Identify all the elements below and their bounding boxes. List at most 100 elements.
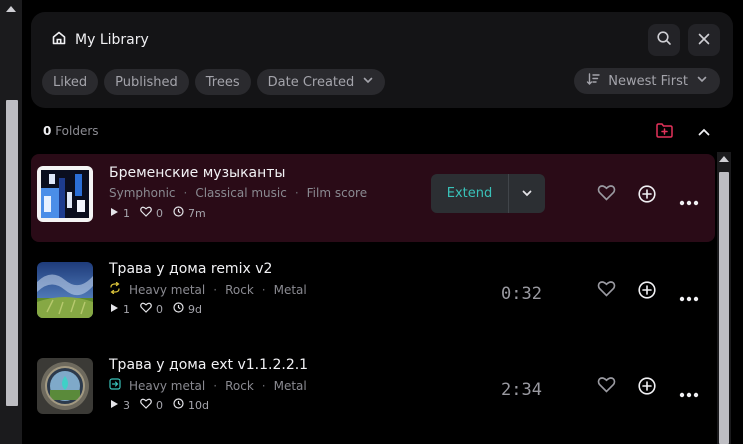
add-folder-button[interactable] xyxy=(656,123,673,142)
chevron-up-icon xyxy=(697,124,711,143)
heart-icon xyxy=(597,281,616,301)
song-age: 10d xyxy=(188,398,209,412)
more-options-button[interactable] xyxy=(679,191,699,210)
clock-icon xyxy=(173,398,184,412)
date-created-label: Date Created xyxy=(267,74,355,90)
library-title-text: My Library xyxy=(75,32,149,48)
chevron-down-icon xyxy=(696,73,708,89)
song-stats: 3 0 10d xyxy=(109,398,215,412)
chevron-down-icon xyxy=(521,184,533,203)
close-button[interactable] xyxy=(688,24,720,56)
separator-dot: · xyxy=(183,186,188,200)
scrollbar-thumb[interactable] xyxy=(6,100,18,406)
tag[interactable]: Metal xyxy=(274,283,307,297)
extend-button[interactable]: Extend xyxy=(431,174,508,213)
tag[interactable]: Symphonic xyxy=(109,186,176,200)
song-tags: Heavy metal · Rock · Metal xyxy=(109,281,307,297)
more-options-button[interactable] xyxy=(679,383,699,402)
add-to-playlist-button[interactable] xyxy=(638,185,656,207)
remix-icon xyxy=(109,281,121,297)
song-tags: Heavy metal · Rock · Metal xyxy=(109,378,307,393)
chevron-down-icon xyxy=(362,74,374,90)
play-count: 1 xyxy=(123,302,130,316)
like-count: 0 xyxy=(156,398,163,412)
like-button[interactable] xyxy=(597,376,616,397)
tag[interactable]: Heavy metal xyxy=(129,379,205,393)
sort-label: Newest First xyxy=(608,73,688,89)
heart-icon xyxy=(140,302,152,316)
more-icon xyxy=(679,191,699,210)
search-button[interactable] xyxy=(648,24,680,56)
play-count-icon xyxy=(109,207,119,220)
plus-circle-icon xyxy=(638,377,656,399)
folders-count: 0 xyxy=(43,124,52,138)
scrollbar-thumb[interactable] xyxy=(719,172,729,444)
more-icon xyxy=(679,383,699,402)
sort-dropdown[interactable]: Newest First xyxy=(574,68,720,94)
song-stats: 1 0 9d xyxy=(109,302,208,316)
scroll-up-arrow[interactable] xyxy=(6,6,16,12)
like-button[interactable] xyxy=(597,184,616,205)
extend-options-button[interactable] xyxy=(509,174,545,213)
play-count-icon xyxy=(109,303,119,316)
list-scrollbar[interactable] xyxy=(717,152,731,444)
tag[interactable]: Film score xyxy=(307,186,367,200)
filter-published[interactable]: Published xyxy=(104,69,189,95)
like-count: 0 xyxy=(156,206,163,220)
tag[interactable]: Classical music xyxy=(195,186,286,200)
heart-icon xyxy=(597,185,616,205)
tag[interactable]: Heavy metal xyxy=(129,283,205,297)
tag[interactable]: Metal xyxy=(274,379,307,393)
song-cover[interactable] xyxy=(37,262,93,318)
close-icon xyxy=(697,31,711,50)
search-icon xyxy=(656,30,672,50)
home-icon xyxy=(51,30,67,50)
song-title[interactable]: Бременские музыканты xyxy=(109,165,286,181)
date-created-dropdown[interactable]: Date Created xyxy=(256,69,386,95)
scroll-up-arrow[interactable] xyxy=(719,156,729,162)
song-row[interactable]: Бременские музыканты Symphonic · Classic… xyxy=(31,154,715,242)
heart-icon xyxy=(597,377,616,397)
more-options-button[interactable] xyxy=(679,287,699,306)
song-title[interactable]: Трава у дома remix v2 xyxy=(109,261,272,277)
more-icon xyxy=(679,287,699,306)
song-stats: 1 0 7m xyxy=(109,206,212,220)
like-button[interactable] xyxy=(597,280,616,301)
song-age: 9d xyxy=(188,302,202,316)
song-row[interactable]: Трава у дома remix v2 Heavy metal · Rock… xyxy=(31,250,715,338)
extend-icon xyxy=(109,378,121,393)
separator-dot: · xyxy=(213,378,218,393)
collapse-folders-button[interactable] xyxy=(697,124,711,143)
separator-dot: · xyxy=(294,186,299,200)
window-scrollbar[interactable] xyxy=(0,0,22,444)
separator-dot: · xyxy=(213,282,218,297)
tag[interactable]: Rock xyxy=(225,283,254,297)
song-age: 7m xyxy=(188,206,206,220)
plus-circle-icon xyxy=(638,185,656,207)
heart-icon xyxy=(140,398,152,412)
song-duration: 2:34 xyxy=(501,380,542,400)
song-tags: Symphonic · Classical music · Film score xyxy=(109,186,367,200)
library-header: My Library Liked Published Trees Date Cr… xyxy=(31,12,733,108)
tag[interactable]: Rock xyxy=(225,379,254,393)
song-cover[interactable] xyxy=(37,358,93,414)
add-to-playlist-button[interactable] xyxy=(638,281,656,303)
clock-icon xyxy=(173,302,184,316)
filter-trees[interactable]: Trees xyxy=(194,69,251,95)
filter-chips: Liked Published Trees Date Created xyxy=(42,69,386,95)
sort-icon xyxy=(586,72,600,90)
play-count: 3 xyxy=(123,398,130,412)
folders-label: Folders xyxy=(55,124,99,138)
filter-liked[interactable]: Liked xyxy=(42,69,99,95)
library-title: My Library xyxy=(51,30,149,50)
extend-split-button: Extend xyxy=(431,174,545,213)
heart-icon xyxy=(140,206,152,220)
separator-dot: · xyxy=(261,378,266,393)
folders-summary: 0 Folders xyxy=(43,124,99,138)
separator-dot: · xyxy=(261,282,266,297)
song-title[interactable]: Трава у дома ext v1.1.2.2.1 xyxy=(109,357,308,373)
song-cover[interactable] xyxy=(37,166,93,222)
song-row[interactable]: Трава у дома ext v1.1.2.2.1 Heavy metal … xyxy=(31,346,715,434)
clock-icon xyxy=(173,206,184,220)
add-to-playlist-button[interactable] xyxy=(638,377,656,399)
